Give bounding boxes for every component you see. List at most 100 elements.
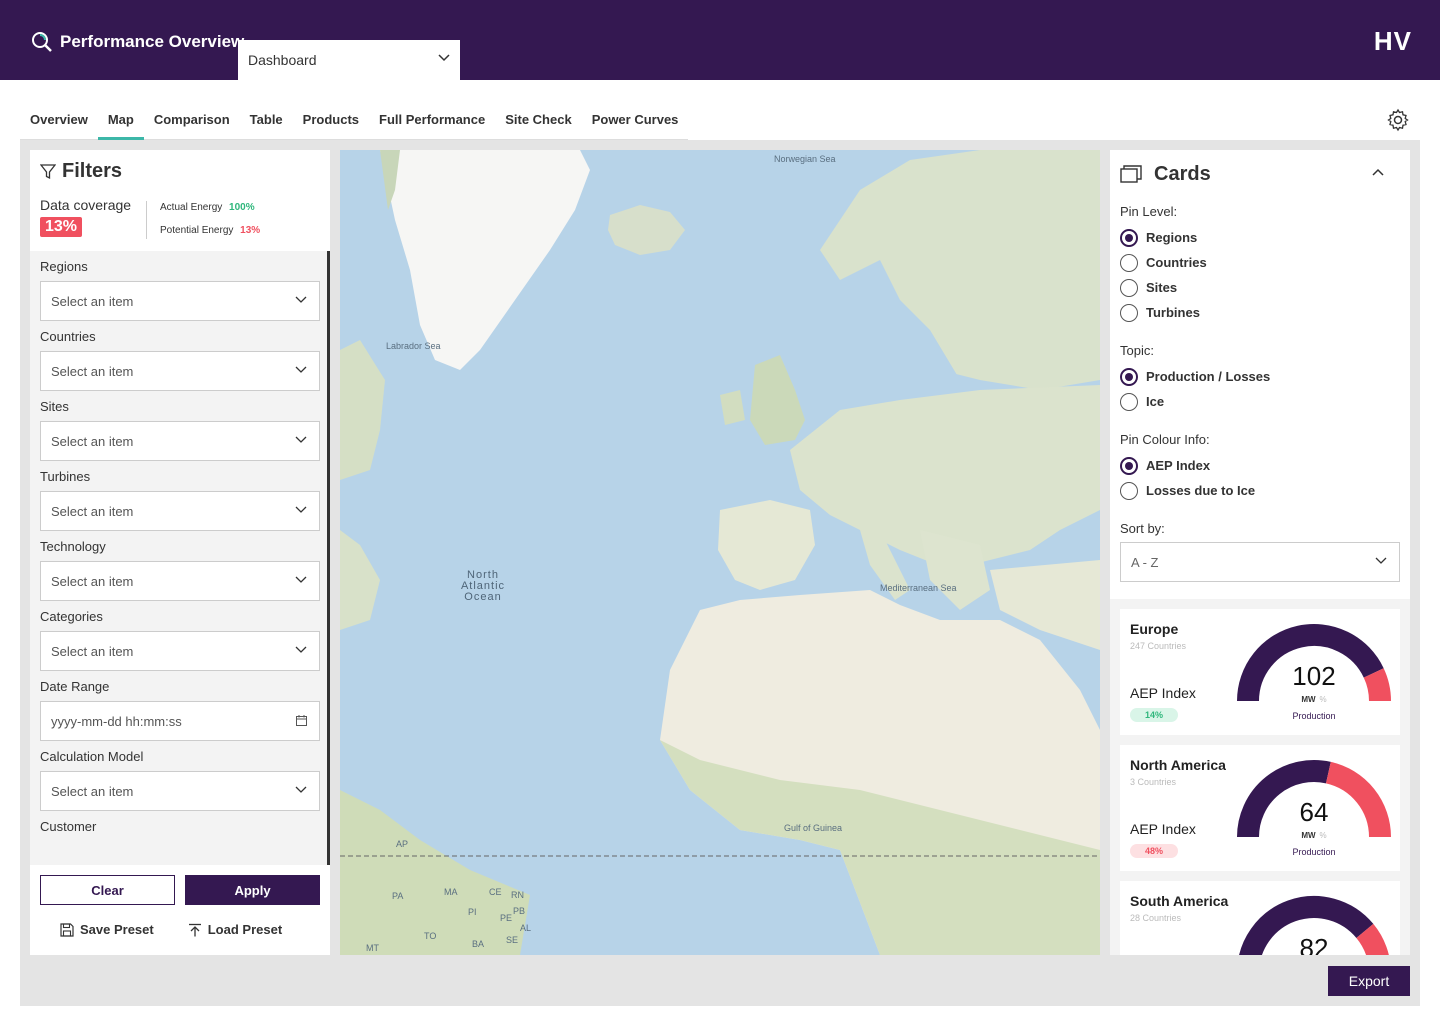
filter-label: Countries xyxy=(40,329,96,344)
card-subtitle: 28 Countries xyxy=(1130,913,1182,923)
tab-products[interactable]: Products xyxy=(293,104,369,140)
app-brand: Performance Overview xyxy=(30,30,244,54)
map-state-code: PA xyxy=(392,891,404,901)
filter-sites: Sites Select an item xyxy=(30,391,330,461)
gauge-arc-remainder xyxy=(1356,923,1389,955)
radio-countries[interactable]: Countries xyxy=(1120,250,1400,275)
region-card-north-america[interactable]: North America 3 Countries AEP Index 48% … xyxy=(1120,745,1400,871)
countries-select[interactable]: Select an item xyxy=(40,351,320,391)
radio-empty-icon xyxy=(1120,392,1138,411)
calculation-model-select[interactable]: Select an item xyxy=(40,771,320,811)
categories-select[interactable]: Select an item xyxy=(40,631,320,671)
landmass-greenland xyxy=(380,150,590,370)
radio-sites[interactable]: Sites xyxy=(1120,275,1400,300)
actual-energy-label: Actual Energy xyxy=(160,202,223,213)
card-subtitle: 3 Countries xyxy=(1130,777,1177,787)
map-state-code: BA xyxy=(472,939,485,949)
unit-text: MW xyxy=(1301,831,1316,840)
dashboard-select[interactable]: Dashboard xyxy=(238,40,460,80)
sites-select[interactable]: Select an item xyxy=(40,421,320,461)
radio-production-losses[interactable]: Production / Losses xyxy=(1120,364,1400,389)
date-range-input[interactable]: yyyy-mm-dd hh:mm:ss xyxy=(40,701,320,741)
filter-countries: Countries Select an item xyxy=(30,321,330,391)
regions-select[interactable]: Select an item xyxy=(40,281,320,321)
radio-turbines[interactable]: Turbines xyxy=(1120,300,1400,325)
map-state-code: RN xyxy=(511,890,524,900)
apply-button[interactable]: Apply xyxy=(185,875,320,905)
tab-site-check[interactable]: Site Check xyxy=(495,104,581,140)
tab-table[interactable]: Table xyxy=(240,104,293,140)
radio-label: AEP Index xyxy=(1146,458,1211,473)
radio-regions[interactable]: Regions xyxy=(1120,225,1400,250)
filters-title-text: Filters xyxy=(62,160,123,182)
card-value: 82 xyxy=(1299,933,1329,955)
select-placeholder: Select an item xyxy=(51,434,134,449)
map-state-code: PI xyxy=(468,907,477,917)
cards-settings: Cards Pin Level: Regions Countries Sites… xyxy=(1110,150,1410,600)
potential-energy: Potential Energy 13% xyxy=(160,225,260,236)
tab-overview[interactable]: Overview xyxy=(20,104,98,140)
cards-list[interactable]: Europe 247 Countries AEP Index 14% 102 M… xyxy=(1110,599,1410,955)
tab-comparison[interactable]: Comparison xyxy=(144,104,240,140)
upload-icon xyxy=(188,923,201,936)
chevron-down-icon xyxy=(295,786,307,793)
tab-full-performance[interactable]: Full Performance xyxy=(369,104,495,140)
potential-energy-value: 13% xyxy=(240,225,261,236)
radio-losses-ice[interactable]: Losses due to Ice xyxy=(1120,478,1400,503)
tab-map[interactable]: Map xyxy=(97,104,144,140)
map-state-code: AP xyxy=(396,839,409,849)
card-caption: Production xyxy=(1292,711,1336,721)
chevron-down-icon xyxy=(438,54,450,62)
filter-label: Customer xyxy=(40,819,97,834)
map-state-code: SE xyxy=(506,935,519,945)
map-canvas[interactable] xyxy=(340,150,1100,955)
filters-scrollbar[interactable] xyxy=(327,251,330,865)
unit-pct: % xyxy=(1319,831,1327,840)
load-preset-button[interactable]: Load Preset xyxy=(188,922,282,937)
map-state-code: CE xyxy=(489,887,502,897)
company-logo: HV xyxy=(1373,26,1412,56)
select-placeholder: Select an item xyxy=(51,644,134,659)
card-unit: MW% xyxy=(1274,695,1354,704)
radio-aep-index[interactable]: AEP Index xyxy=(1120,453,1400,478)
map-state-code: MT xyxy=(366,943,379,953)
clear-button[interactable]: Clear xyxy=(40,875,175,905)
filters-scroll-area[interactable]: Regions Select an item Countries Select … xyxy=(30,251,330,865)
actual-energy-value: 100% xyxy=(229,202,255,213)
radio-label: Ice xyxy=(1146,394,1165,409)
data-coverage: Data coverage 13% Actual Energy 100% Pot… xyxy=(40,197,320,245)
potential-energy-label: Potential Energy xyxy=(160,225,234,236)
save-preset-label: Save Preset xyxy=(80,922,154,937)
calendar-icon[interactable] xyxy=(296,715,307,726)
search-analytics-icon xyxy=(32,32,52,52)
card-value: 102 xyxy=(1292,661,1336,691)
save-preset-button[interactable]: Save Preset xyxy=(60,922,154,937)
technology-select[interactable]: Select an item xyxy=(40,561,320,601)
radio-label: Turbines xyxy=(1146,305,1200,320)
cards-panel: Cards Pin Level: Regions Countries Sites… xyxy=(1110,150,1410,955)
map-label-gulf-guinea: Gulf of Guinea xyxy=(784,823,843,833)
map-view[interactable]: Norwegian Sea Labrador Sea North Atlanti… xyxy=(340,150,1100,955)
filter-icon xyxy=(40,163,56,179)
sort-select[interactable]: A - Z xyxy=(1120,542,1400,582)
filter-regions: Regions Select an item xyxy=(30,251,330,321)
turbines-select[interactable]: Select an item xyxy=(40,491,320,531)
sort-label: Sort by: xyxy=(1120,521,1165,536)
map-label-labrador-sea: Labrador Sea xyxy=(386,341,441,351)
card-subtitle: 247 Countries xyxy=(1130,641,1187,651)
gear-icon[interactable] xyxy=(1386,108,1410,132)
landmass-iceland xyxy=(608,205,685,255)
map-state-code: AL xyxy=(520,923,532,933)
chevron-up-icon[interactable] xyxy=(1372,168,1384,176)
card-title: North America xyxy=(1130,757,1226,773)
region-card-south-america[interactable]: South America 28 Countries 82 xyxy=(1120,881,1400,955)
filter-label: Categories xyxy=(40,609,103,624)
radio-ice[interactable]: Ice xyxy=(1120,389,1400,414)
filter-label: Technology xyxy=(40,539,106,554)
radio-empty-icon xyxy=(1120,303,1138,322)
region-card-europe[interactable]: Europe 247 Countries AEP Index 14% 102 M… xyxy=(1120,609,1400,735)
card-title: South America xyxy=(1130,893,1229,909)
tab-power-curves[interactable]: Power Curves xyxy=(582,104,689,140)
export-button[interactable]: Export xyxy=(1328,966,1410,996)
select-placeholder: Select an item xyxy=(51,784,134,799)
